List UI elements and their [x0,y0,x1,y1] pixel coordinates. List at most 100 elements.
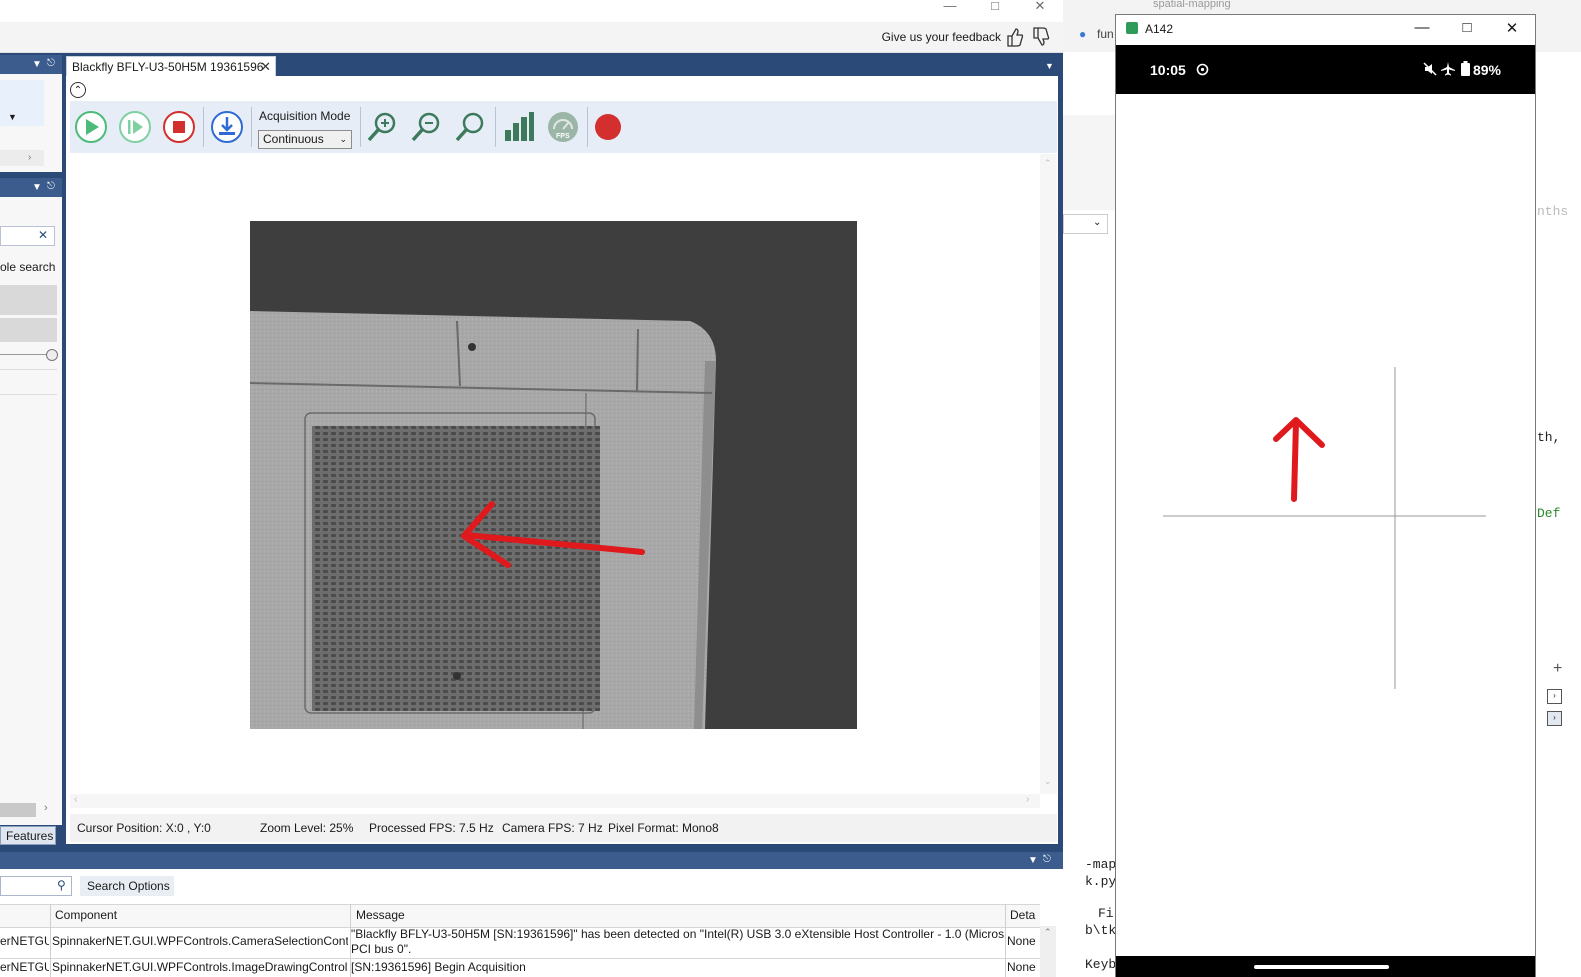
scroll-up-icon[interactable]: ⌃ [1044,927,1052,938]
column-component[interactable]: Component [55,908,117,922]
zoom-in-icon[interactable] [366,110,400,144]
minimize-button[interactable]: — [1411,19,1433,39]
chevron-down-icon: ⌄ [1093,217,1102,228]
toolbar-separator [495,107,496,147]
h-scrollbar-thumb[interactable] [0,803,36,817]
android-nav-bar [1116,956,1535,977]
camera-list-panel: ▼ › [0,74,62,172]
camera-document-tab[interactable]: Blackfly BFLY-U3-50H5M 19361596 ✕ [66,56,276,76]
camera-frame-image [250,221,857,729]
histogram-icon[interactable] [502,110,536,144]
search-options-button[interactable]: Search Options [80,876,174,896]
stop-acquisition-icon[interactable] [162,110,196,144]
feature-row[interactable] [0,318,57,342]
phone-window-title: A142 [1145,22,1174,36]
fps-meter-icon[interactable]: FPS [546,110,580,144]
collapse-toolbar-icon[interactable]: ⌃ [70,82,86,98]
chevron-down-icon[interactable]: ▼ [32,59,42,70]
log-detail: None [1007,960,1036,974]
search-icon[interactable]: ⚲ [57,878,66,892]
close-button[interactable]: ✕ [1020,0,1060,22]
scroll-down-icon[interactable]: ⌄ [1044,776,1052,787]
add-terminal-icon[interactable]: + [1553,660,1562,678]
mute-icon [1423,62,1437,76]
log-table-header: Component Message Deta [0,904,1040,928]
scroll-right-icon[interactable]: › [28,152,31,163]
tab-list-dropdown-icon[interactable]: ▼ [1045,61,1054,71]
log-message: "Blackfly BFLY-U3-50H5M [SN:19361596]" h… [351,927,1004,941]
scroll-right-icon[interactable]: › [1026,794,1029,805]
column-message[interactable]: Message [356,908,405,922]
zoom-fit-icon[interactable] [454,110,488,144]
log-component: SpinnakerNET.GUI.WPFControls.CameraSelec… [52,934,348,948]
camera-list-item[interactable] [0,80,44,126]
toolbar-separator [360,107,361,147]
column-detail[interactable]: Deta [1010,908,1035,922]
save-image-icon[interactable] [210,110,244,144]
features-tab[interactable]: Features [0,826,56,845]
clear-search-icon[interactable]: ✕ [38,228,48,242]
vertical-scrollbar[interactable]: ⌃ ⌄ [1040,154,1057,794]
cursor-position-status: Cursor Position: X:0 , Y:0 [77,821,211,835]
h-scrollbar[interactable] [0,150,44,166]
thumbs-up-icon[interactable] [1005,26,1025,48]
feedback-text: Give us your feedback [881,30,1001,44]
acquisition-mode-value: Continuous [263,132,324,146]
start-acquisition-icon[interactable] [74,110,108,144]
feature-slider-thumb[interactable] [46,349,58,361]
log-panel-header: ▼ ⎋ [0,852,1063,869]
home-gesture-bar[interactable] [1254,965,1389,969]
maximize-button[interactable]: □ [975,0,1015,22]
terminal-line: Fi [1098,906,1114,921]
table-row[interactable]: erNETGUI SpinnakerNET.GUI.WPFControls.Ca… [0,926,1040,959]
pin-icon[interactable]: ⎋ [47,181,55,192]
camera-tab-title: Blackfly BFLY-U3-50H5M 19361596 [72,60,264,74]
features-panel-header: ▼ ⎋ [0,178,62,197]
scroll-right-icon[interactable]: › [44,802,48,814]
thumbs-down-icon[interactable] [1031,26,1051,48]
zoom-out-icon[interactable] [410,110,444,144]
feedback-bar: Give us your feedback [0,22,1063,53]
code-fragment: nths [1537,204,1569,219]
pixel-format-status: Pixel Format: Mono8 [608,821,719,835]
toolbar-separator [251,107,252,147]
spinview-titlebar: — □ ✕ [0,0,1063,22]
log-search-input[interactable]: ⚲ [0,876,72,896]
close-tab-icon[interactable]: ✕ [260,57,271,77]
phone-screen[interactable] [1116,94,1535,956]
sort-icon[interactable]: ▼ [8,112,17,122]
chevron-down-icon[interactable]: ▼ [32,182,42,193]
android-status-bar: 10:05 89% [1116,45,1535,94]
terminal-icon[interactable]: › [1547,689,1562,704]
feature-row[interactable] [0,369,57,395]
log-vertical-scrollbar[interactable]: ⌃ [1040,926,1056,977]
record-icon[interactable] [591,110,625,144]
battery-percentage: 89% [1472,62,1501,78]
log-detail: None [1007,934,1036,948]
acquisition-mode-select[interactable]: Continuous ⌄ [258,130,352,149]
processed-fps-status: Processed FPS: 7.5 Hz [369,821,494,835]
close-button[interactable]: ✕ [1501,19,1523,39]
editor-search-text[interactable]: spatial-mapping [1153,0,1231,10]
code-fragment: Def [1537,506,1561,521]
whole-search-label[interactable]: ole search [0,260,55,274]
chevron-down-icon[interactable]: ▼ [1028,855,1038,866]
editor-side-panel [1063,115,1116,210]
svg-text:FPS: FPS [556,133,570,140]
single-frame-icon[interactable] [118,110,152,144]
pin-icon[interactable]: ⎋ [47,58,55,69]
horizontal-scrollbar[interactable]: ‹ › [70,794,1040,808]
log-message: [SN:19361596] Begin Acquisition [351,960,526,974]
code-fragment: th, [1537,430,1561,445]
editor-tab[interactable]: fun [1097,27,1114,41]
pin-icon[interactable]: ⎋ [1043,854,1051,865]
maximize-button[interactable]: □ [1456,19,1478,39]
editor-dropdown[interactable]: ⌄ [1063,214,1108,234]
scroll-left-icon[interactable]: ‹ [74,794,77,805]
scroll-up-icon[interactable]: ⌃ [1044,158,1052,169]
terminal-icon[interactable]: › [1547,711,1562,726]
minimize-button[interactable]: — [930,0,970,22]
table-row[interactable]: erNETGUI SpinnakerNET.GUI.WPFControls.Im… [0,959,1040,977]
feature-slider-track[interactable] [0,354,50,355]
feature-row[interactable] [0,285,57,315]
